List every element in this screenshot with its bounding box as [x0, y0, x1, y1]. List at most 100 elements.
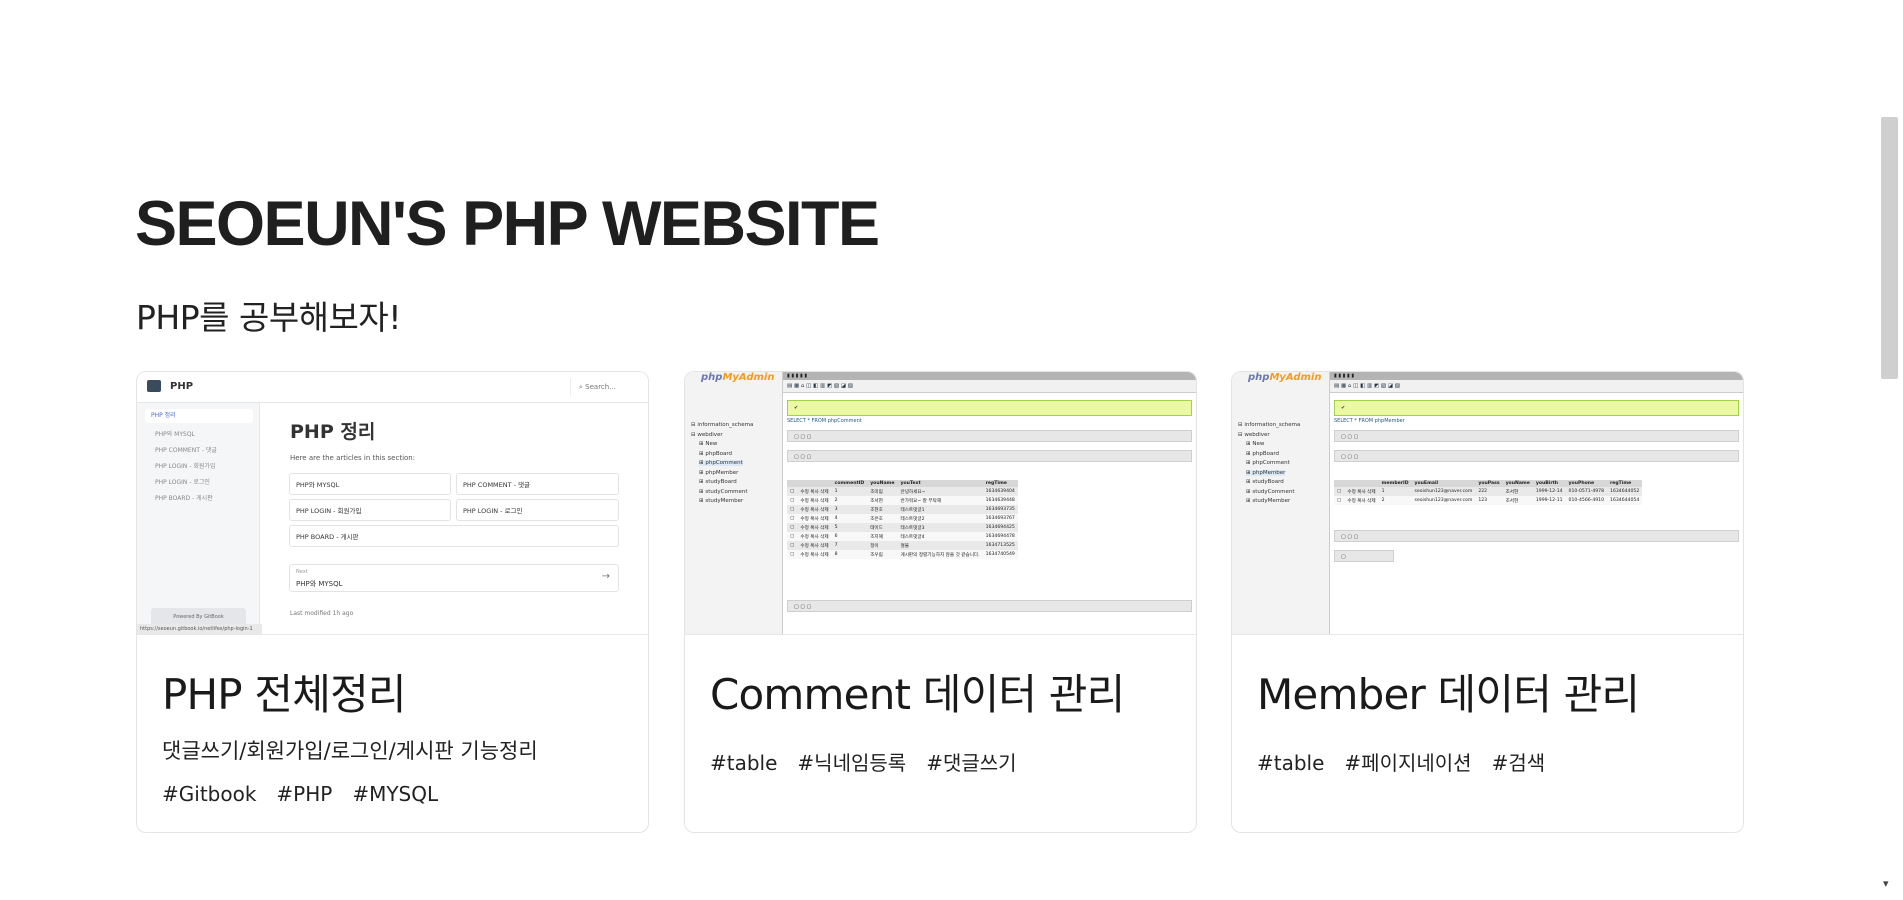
card-thumbnail[interactable]: PHP ⌕ Search... PHP 정리 PHP와 MYSQL PHP CO… — [137, 372, 648, 635]
column-header: youName — [867, 480, 898, 487]
tag: #table — [1257, 751, 1325, 775]
pma-main: ▮ ▮ ▮ ▮ ▮ ▤ ▦ ⌂ ◫ ◧ ▥ ◩ ▧ ◪ ▨ ✔ SELECT *… — [783, 372, 1196, 634]
tag: #PHP — [276, 782, 333, 806]
options-bar: ▢ ▢ ▢ — [1334, 430, 1739, 442]
table-cell: 정이 — [867, 541, 898, 550]
db-tree-item: ⊟ information_schema — [1238, 422, 1301, 428]
db-tree-item: ⊞ phpComment — [1246, 460, 1290, 466]
card-title: PHP 전체정리 — [162, 670, 407, 719]
table-cell: 수정 복사 삭제 — [797, 496, 832, 505]
row-checkbox: ▢ — [787, 550, 798, 559]
table-cell: 수정 복사 삭제 — [797, 532, 832, 541]
site-subtitle: PHP를 공부해보자! — [136, 298, 402, 337]
pma-sidebar: phpMyAdmin ⊟ information_schema ⊟ webdive… — [1232, 372, 1330, 634]
table-row: ▢ 수정 복사 삭제 7 정이 절불 1634713525 — [787, 541, 1018, 550]
db-tree-item: ⊞ New — [1246, 441, 1265, 447]
gitbook-search: ⌕ Search... — [570, 378, 640, 396]
pma-menu: ▤ ▦ ⌂ ◫ ◧ ▥ ◩ ▧ ◪ ▨ — [783, 380, 1196, 393]
table-cell: 테스트댓글4 — [897, 532, 983, 541]
scroll-down-icon[interactable]: ▾ — [1883, 877, 1889, 890]
table-cell: 123 — [1475, 496, 1503, 505]
table-cell: 1634740549 — [982, 550, 1018, 559]
column-header — [1344, 480, 1379, 487]
table-cell: 조미림 — [867, 487, 898, 496]
table-cell: 3 — [831, 505, 868, 514]
pma-menu: ▤ ▦ ⌂ ◫ ◧ ▥ ◩ ▧ ◪ ▨ — [1330, 380, 1743, 393]
table-cell: 010-4566-4910 — [1565, 496, 1608, 505]
sidebar-item: PHP COMMENT - 댓글 — [155, 447, 217, 454]
table-cell: 테스트댓글2 — [897, 514, 983, 523]
table-cell: 안녕하세요~ — [897, 487, 983, 496]
db-tree-item: ⊞ phpMember — [1246, 469, 1286, 476]
sidebar-item: PHP BOARD - 게시판 — [155, 495, 213, 502]
page-intro: Here are the articles in this section: — [290, 454, 416, 462]
table-cell: 1999-12-11 — [1532, 496, 1566, 505]
search-placeholder: Search... — [585, 383, 616, 391]
row-checkbox: ▢ — [787, 505, 798, 514]
card-thumbnail[interactable]: phpMyAdmin ⊟ information_schema ⊟ webdive… — [1232, 372, 1743, 635]
table-row: ▢ 수정 복사 삭제 2 seoishun123@naver.com 123 조서현 199… — [1334, 496, 1643, 505]
table-cell: 테스트댓글1 — [897, 505, 983, 514]
browser-tabs: ▮ ▮ ▮ ▮ ▮ — [783, 372, 1196, 380]
column-header: youText — [897, 480, 983, 487]
row-checkbox: ▢ — [787, 523, 798, 532]
table-cell: 수정 복사 삭제 — [797, 487, 832, 496]
tag: #검색 — [1491, 751, 1546, 775]
filter-bar: ▢ ▢ ▢ — [787, 450, 1192, 462]
table-cell: 6 — [831, 532, 868, 541]
row-checkbox: ▢ — [1334, 487, 1345, 496]
db-tree-item: ⊞ phpComment — [699, 460, 743, 466]
project-card-member-data[interactable]: phpMyAdmin ⊟ information_schema ⊟ webdive… — [1231, 371, 1744, 833]
table-cell: 수정 복사 삭제 — [797, 550, 832, 559]
card-tags: #table #페이지네이션 #검색 — [1257, 753, 1545, 773]
table-cell: 조은호 — [867, 514, 898, 523]
db-tree-item: ⊞ studyBoard — [699, 479, 737, 485]
browser-tabs: ▮ ▮ ▮ ▮ ▮ — [1330, 372, 1743, 380]
sidebar-item: PHP LOGIN - 회원가입 — [155, 463, 216, 470]
arrow-right-icon: → — [601, 571, 610, 582]
table-cell: 수정 복사 삭제 — [797, 514, 832, 523]
table-cell: 조우림 — [867, 550, 898, 559]
db-tree-item: ⊞ studyComment — [1246, 488, 1295, 495]
row-checkbox: ▢ — [787, 487, 798, 496]
db-tree-item: ⊞ studyMember — [1246, 498, 1291, 504]
sidebar-item: PHP LOGIN - 로그인 — [155, 479, 210, 486]
column-header: commentID — [831, 480, 868, 487]
sql-crumb: SELECT * FROM phpComment — [787, 418, 862, 424]
query-success: ✔ — [787, 400, 1192, 416]
next-title: PHP와 MYSQL — [296, 580, 343, 588]
sidebar-item: PHP와 MYSQL — [155, 431, 195, 438]
page-heading: PHP 정리 — [290, 421, 376, 443]
table-cell: 조서현 — [1502, 487, 1533, 496]
table-cell: 테스트댓글3 — [897, 523, 983, 532]
table-cell: 조지혜 — [867, 532, 898, 541]
phpmyadmin-logo: phpMyAdmin — [1248, 372, 1322, 383]
table-cell: 222 — [1475, 487, 1503, 496]
column-header: regTime — [1607, 480, 1643, 487]
sql-crumb: SELECT * FROM phpMember — [1334, 418, 1405, 424]
data-table: memberID youEmail youPass youName youBirth yo… — [1334, 480, 1643, 505]
last-modified: Last modified 1h ago — [290, 610, 354, 617]
column-header: youPass — [1475, 480, 1503, 487]
project-card-php-summary[interactable]: PHP ⌕ Search... PHP 정리 PHP와 MYSQL PHP CO… — [136, 371, 649, 833]
table-cell: 수정 복사 삭제 — [1344, 487, 1379, 496]
tag: #닉네임등록 — [797, 751, 907, 775]
card-thumbnail[interactable]: phpMyAdmin ⊟ information_schema ⊟ webdive… — [685, 372, 1196, 635]
table-cell: seoishun123@naver.com — [1411, 487, 1476, 496]
options-bar: ▢ ▢ ▢ — [787, 430, 1192, 442]
project-card-comment-data[interactable]: phpMyAdmin ⊟ information_schema ⊟ webdive… — [684, 371, 1197, 833]
table-cell: 8 — [831, 550, 868, 559]
table-cell: 수정 복사 삭제 — [1344, 496, 1379, 505]
db-tree-item: ⊞ phpBoard — [699, 450, 732, 457]
sidebar-head: PHP 정리 — [145, 409, 253, 423]
table-cell: 절불 — [897, 541, 983, 550]
data-table: commentID youName youText regTime ▢ 수정 복사 삭제… — [787, 480, 1018, 559]
table-cell: 수정 복사 삭제 — [797, 523, 832, 532]
table-cell: 1 — [831, 487, 868, 496]
table-row: ▢ 수정 복사 삭제 8 조우림 게시판의 정렬기능하지 않을 것 같습니다. 16347… — [787, 550, 1018, 559]
table-cell: 1999-12-14 — [1532, 487, 1566, 496]
page-scrollbar[interactable] — [1881, 117, 1898, 379]
db-tree-item: ⊞ phpBoard — [1246, 450, 1279, 457]
row-checkbox: ▢ — [787, 532, 798, 541]
table-cell: 조서현 — [1502, 496, 1533, 505]
